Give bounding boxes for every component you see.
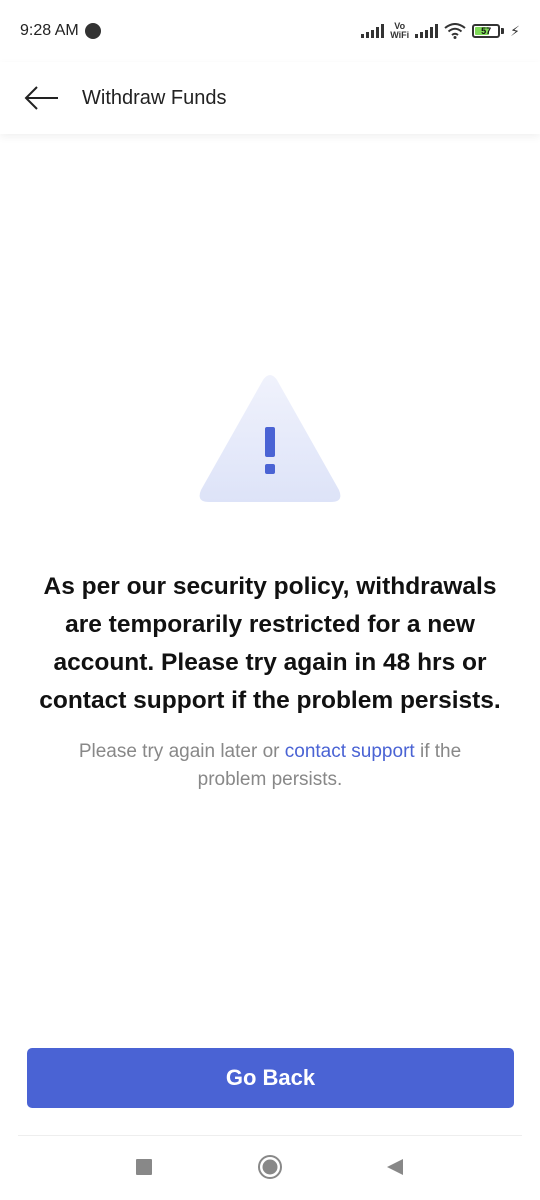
recents-button[interactable]	[131, 1154, 157, 1180]
battery-cap	[501, 28, 505, 34]
battery-icon: 57	[472, 24, 501, 38]
circle-home-icon	[258, 1155, 282, 1179]
page-title: Withdraw Funds	[82, 86, 227, 109]
wifi-icon	[444, 23, 466, 39]
arrow-left-icon	[24, 86, 58, 110]
square-recents-icon	[136, 1159, 152, 1175]
home-button[interactable]	[257, 1154, 283, 1180]
go-back-button[interactable]: Go Back	[27, 1048, 514, 1108]
status-left: 9:28 AM	[20, 22, 101, 40]
triangle-back-icon	[387, 1159, 403, 1175]
back-button[interactable]	[24, 78, 64, 118]
warning-triangle-icon	[199, 375, 341, 502]
sub-message-prefix: Please try again later or	[78, 741, 285, 762]
status-bar: 9:28 AM Vo WiFi 57 ⚡	[0, 0, 540, 62]
status-right: Vo WiFi 57 ⚡	[361, 22, 520, 40]
sub-message: Please try again later or contact suppor…	[50, 738, 490, 794]
nav-back-button[interactable]	[382, 1154, 408, 1180]
vowifi-icon: Vo WiFi	[390, 22, 409, 40]
vowifi-bottom: WiFi	[390, 30, 410, 40]
contact-support-link[interactable]: contact support	[285, 741, 415, 762]
nav-divider	[18, 1135, 522, 1136]
charging-bolt-icon: ⚡	[510, 22, 520, 39]
status-time: 9:28 AM	[20, 22, 79, 39]
restriction-message: As per our security policy, withdrawals …	[39, 573, 501, 714]
signal-icon	[415, 24, 439, 38]
record-dot-icon	[84, 23, 101, 39]
battery-level: 57	[481, 26, 492, 36]
app-header: Withdraw Funds	[0, 62, 540, 134]
signal-icon	[361, 24, 385, 38]
